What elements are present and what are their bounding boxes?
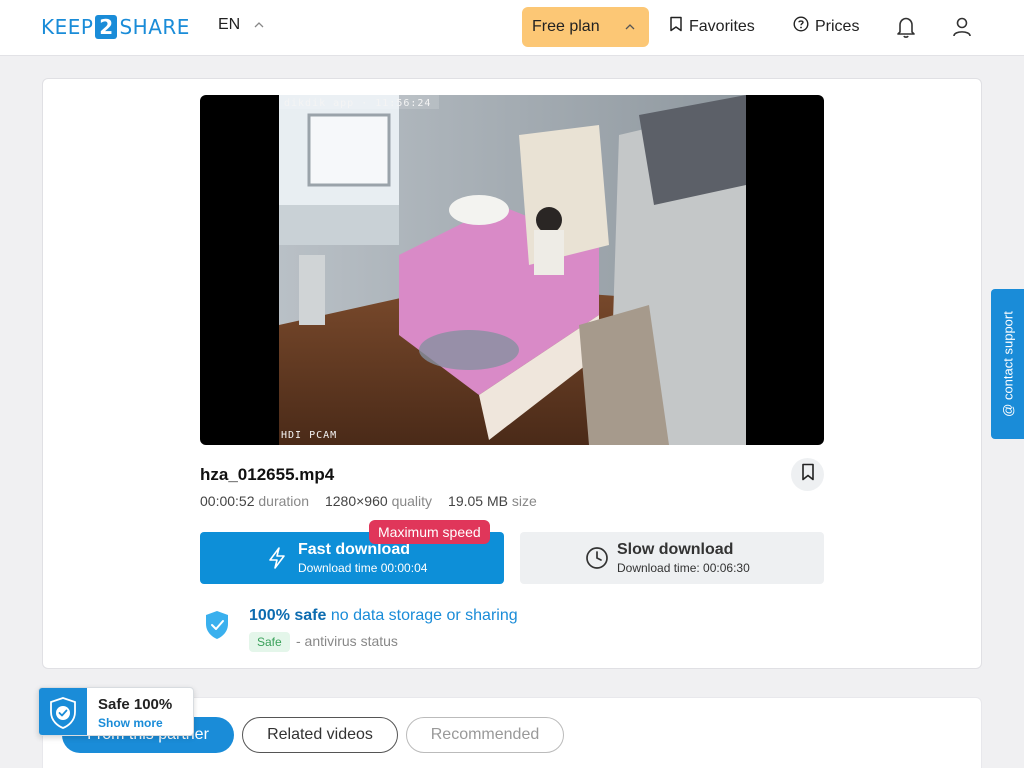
camera-timestamp: dikdik app · 11:56:24 [284, 98, 432, 109]
video-player[interactable]: dikdik app · 11:56:24 HDI PCAM [200, 95, 824, 445]
contact-support-label: @ contact support [1000, 311, 1015, 417]
safety-strong: 100% safe [249, 607, 327, 624]
show-more-link[interactable]: Show more [98, 716, 163, 730]
bookmark-icon [801, 463, 815, 486]
video-frame: dikdik app · 11:56:24 HDI PCAM [279, 95, 746, 445]
file-name: hza_012655.mp4 [200, 465, 335, 484]
lightning-icon [266, 546, 288, 575]
slow-download-button[interactable]: Slow download Download time: 00:06:30 [520, 532, 824, 584]
prices-label: Prices [815, 17, 860, 35]
prices-link[interactable]: Prices [793, 16, 859, 37]
quality-value: 1280×960 [324, 493, 388, 509]
user-icon[interactable] [950, 14, 974, 40]
quality-info: 1280×960 quality [325, 493, 432, 509]
tab-recommended[interactable]: Recommended [406, 717, 564, 753]
bell-icon[interactable] [894, 14, 918, 40]
video-preview-image [279, 95, 746, 445]
file-meta: 00:00:52 duration 1280×960 quality 19.05… [200, 493, 537, 509]
top-header: KEEP 2 SHARE EN Free plan Favorites Pric… [0, 0, 1024, 56]
safe-widget-title: Safe 100% [98, 696, 173, 713]
size-value: 19.05 MB [448, 493, 508, 509]
plan-label: Free plan [532, 18, 600, 35]
shield-check-icon [39, 688, 87, 735]
slow-download-title: Slow download [617, 541, 734, 558]
logo-text-post: SHARE [119, 15, 190, 39]
chevron-up-icon [625, 22, 635, 33]
safe-widget[interactable]: Safe 100% Show more [38, 687, 194, 736]
safety-statement: 100% safe no data storage or sharing [249, 607, 518, 625]
safety-rest: no data storage or sharing [330, 607, 518, 624]
tab-related-videos[interactable]: Related videos [242, 717, 398, 753]
max-speed-badge: Maximum speed [369, 520, 490, 544]
chevron-up-icon [254, 20, 264, 31]
language-label: EN [218, 16, 241, 33]
duration-label: duration [258, 493, 309, 509]
clock-icon [585, 546, 609, 575]
camera-brand: HDI PCAM [281, 430, 338, 441]
duration-info: 00:00:52 duration [200, 493, 309, 509]
help-circle-icon [793, 16, 809, 37]
plan-dropdown[interactable]: Free plan [522, 7, 649, 47]
bookmark-icon [669, 16, 683, 37]
favorites-link[interactable]: Favorites [669, 16, 755, 37]
contact-support-tab[interactable]: @ contact support [991, 289, 1024, 439]
slow-download-time: Download time: 00:06:30 [617, 561, 750, 575]
quality-label: quality [391, 493, 433, 509]
logo-number: 2 [95, 15, 118, 39]
size-info: 19.05 MB size [448, 493, 537, 509]
antivirus-status: - antivirus status [296, 633, 398, 649]
fast-download-time: Download time 00:00:04 [298, 561, 428, 575]
duration-value: 00:00:52 [200, 493, 255, 509]
shield-check-icon [204, 610, 230, 645]
language-selector[interactable]: EN [218, 16, 264, 34]
favorites-label: Favorites [689, 17, 755, 35]
size-label: size [511, 493, 537, 509]
antivirus-badge: Safe [249, 632, 290, 652]
site-logo[interactable]: KEEP 2 SHARE [41, 14, 190, 40]
add-to-favorites-button[interactable] [791, 458, 824, 491]
logo-text-pre: KEEP [41, 15, 94, 39]
